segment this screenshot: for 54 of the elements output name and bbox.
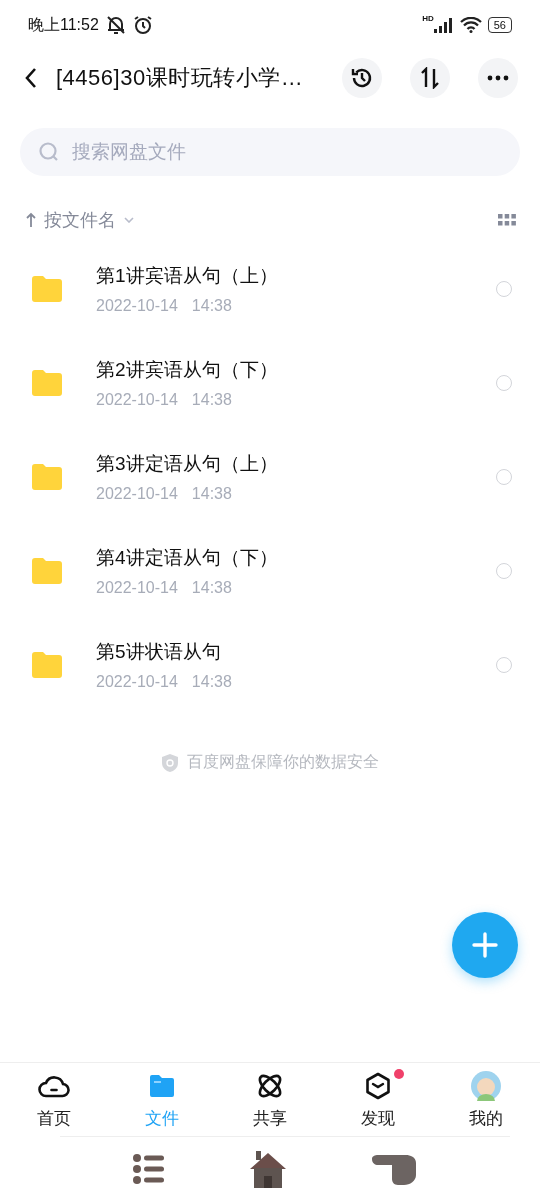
modified-time: 14:38 xyxy=(191,485,232,503)
cube-icon xyxy=(365,1072,391,1100)
modified-time: 14:38 xyxy=(191,673,232,691)
folder-name[interactable]: 第4讲定语从句（下） xyxy=(96,545,496,571)
signal-icon xyxy=(433,17,454,33)
atom-icon xyxy=(256,1072,284,1100)
modified-date: 2022-10-14 xyxy=(96,579,178,597)
folder-name[interactable]: 第3讲定语从句（上） xyxy=(96,451,496,477)
folder-name[interactable]: 第5讲状语从句 xyxy=(96,639,496,665)
modified-time: 14:38 xyxy=(191,579,232,597)
nav-tab[interactable]: 共享 xyxy=(230,1063,310,1137)
menu-icon[interactable] xyxy=(132,1152,166,1186)
folder-icon xyxy=(32,464,62,490)
more-icon xyxy=(487,75,509,81)
folder-icon xyxy=(32,276,62,302)
battery-indicator: 56 xyxy=(487,17,512,33)
folder-name[interactable]: 第2讲宾语从句（下） xyxy=(96,357,496,383)
status-time: 晚上11:52 xyxy=(28,14,99,35)
search-field[interactable]: 搜索网盘文件 xyxy=(20,128,520,176)
muted-bell-icon xyxy=(104,14,127,36)
modified-date: 2022-10-14 xyxy=(96,391,178,409)
folder-title: [4456]30课时玩转小学… xyxy=(56,64,305,92)
folder-name[interactable]: 第1讲宾语从句（上） xyxy=(96,263,496,289)
avatar-icon xyxy=(471,1071,501,1101)
plus-icon xyxy=(471,931,499,959)
alarm-clock-icon xyxy=(132,15,153,35)
modified-date: 2022-10-14 xyxy=(96,297,178,315)
modified-date: 2022-10-14 xyxy=(96,673,178,691)
chevron-down-icon xyxy=(124,217,134,223)
cloud-icon xyxy=(38,1073,70,1099)
history-button[interactable] xyxy=(342,58,382,98)
modified-date: 2022-10-14 xyxy=(96,485,178,503)
nav-tab[interactable]: 首页 xyxy=(14,1063,94,1137)
sort-transfer-button[interactable] xyxy=(410,58,450,98)
modified-time: 14:38 xyxy=(191,391,232,409)
back-button[interactable] xyxy=(24,67,38,89)
more-button[interactable] xyxy=(478,58,518,98)
sort-up-arrow-icon xyxy=(26,212,36,228)
history-icon xyxy=(350,66,374,90)
modified-time: 14:38 xyxy=(191,297,232,315)
wifi-icon xyxy=(459,17,482,33)
add-button[interactable] xyxy=(452,912,518,978)
security-note: 百度网盘保障你的数据安全 xyxy=(187,752,379,772)
nav-tab[interactable]: 发现 xyxy=(338,1063,418,1137)
folder-icon xyxy=(32,370,62,396)
sort-dropdown[interactable]: 按文件名 xyxy=(44,208,116,232)
shield-icon xyxy=(161,752,179,773)
folder-icon xyxy=(148,1073,176,1099)
network-label: HD xyxy=(422,14,434,23)
folder-icon xyxy=(32,558,62,584)
nav-tab[interactable]: 我的 xyxy=(446,1063,526,1137)
folder-icon xyxy=(32,652,62,678)
grid-view-icon[interactable] xyxy=(498,214,516,226)
up-down-arrows-icon xyxy=(419,67,441,89)
